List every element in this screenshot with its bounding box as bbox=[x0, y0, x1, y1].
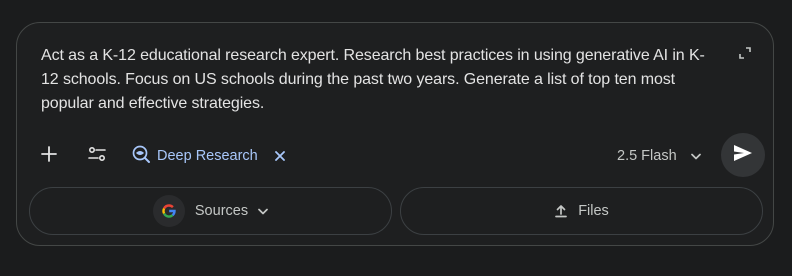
deep-research-icon bbox=[131, 144, 151, 168]
tune-icon bbox=[87, 144, 107, 169]
files-label: Files bbox=[578, 203, 609, 219]
send-icon bbox=[733, 144, 753, 167]
chevron-down-icon bbox=[258, 208, 268, 215]
deep-research-label: Deep Research bbox=[157, 148, 258, 164]
sources-button[interactable]: Sources bbox=[29, 187, 392, 235]
sources-label: Sources bbox=[194, 203, 249, 219]
prompt-text[interactable]: Act as a K-12 educational research exper… bbox=[41, 44, 717, 116]
tools-button[interactable] bbox=[81, 140, 113, 172]
add-button[interactable] bbox=[33, 140, 65, 172]
plus-icon bbox=[40, 145, 58, 168]
model-selector[interactable]: 2.5 Flash bbox=[617, 143, 701, 169]
files-button[interactable]: Files bbox=[400, 187, 763, 235]
model-label: 2.5 Flash bbox=[617, 148, 677, 164]
google-g-icon bbox=[152, 195, 185, 227]
close-icon[interactable] bbox=[272, 148, 288, 164]
prompt-composer: Act as a K-12 educational research exper… bbox=[16, 22, 774, 246]
expand-icon[interactable] bbox=[735, 43, 755, 63]
upload-icon bbox=[554, 204, 568, 218]
chevron-down-icon bbox=[690, 148, 701, 164]
deep-research-chip[interactable]: Deep Research bbox=[131, 143, 288, 169]
send-button[interactable] bbox=[721, 133, 765, 177]
